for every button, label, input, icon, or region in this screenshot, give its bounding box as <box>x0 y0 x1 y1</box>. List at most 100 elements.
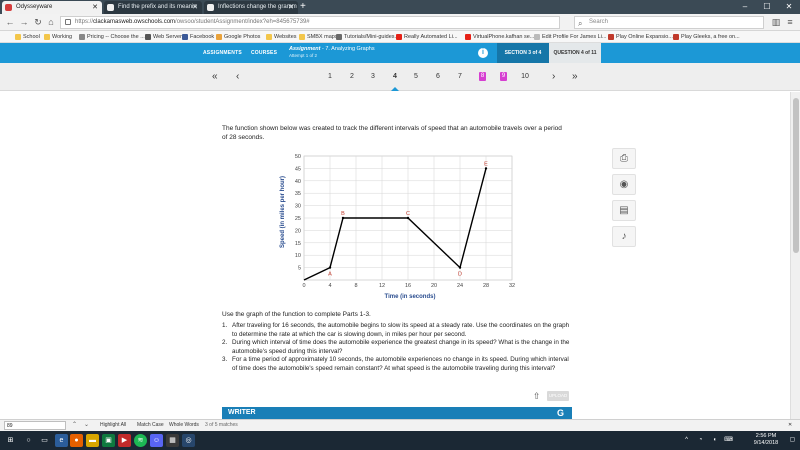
page-9-flagged[interactable]: 9 <box>500 72 507 81</box>
find-next-icon[interactable]: ⌄ <box>84 420 89 431</box>
page-10[interactable]: 10 <box>519 71 531 83</box>
page-5[interactable]: 5 <box>410 71 422 83</box>
close-tab-icon[interactable]: ✕ <box>92 1 98 14</box>
close-tab-icon[interactable]: ✕ <box>192 1 198 14</box>
folder-icon <box>266 34 272 40</box>
clock-time: 2:56 PM <box>755 433 777 439</box>
print-button[interactable]: ⎙ <box>612 148 636 169</box>
discord-icon[interactable]: ☺ <box>150 434 163 447</box>
chart-point-D <box>458 266 462 269</box>
firefox-icon[interactable]: ● <box>70 434 83 447</box>
bookmark-working[interactable]: Working <box>43 31 72 43</box>
bookmark-school[interactable]: School <box>14 31 40 43</box>
bookmark-edit-profile[interactable]: Edit Profile For James Li... <box>533 31 607 43</box>
match-case-toggle[interactable]: Match Case <box>137 420 164 431</box>
upload-button[interactable]: UPLOAD <box>547 391 569 401</box>
bookmark-facebook[interactable]: Facebook <box>181 31 214 43</box>
chart-x-tick-label: 8 <box>354 283 357 289</box>
minimize-icon[interactable]: – <box>734 0 756 13</box>
question-intro-line1: The function shown below was created to … <box>222 125 562 132</box>
library-icon[interactable]: ▥ <box>770 16 782 29</box>
tray-up-icon[interactable]: ^ <box>680 434 693 447</box>
find-input[interactable]: 89 <box>4 421 66 430</box>
dictionary-icon: ▤ <box>619 205 629 216</box>
writer-panel-header[interactable]: WRITER G <box>222 407 572 419</box>
bookmark-virtualphone[interactable]: VirtualPhone.kafhan se... <box>464 31 534 43</box>
brainly-favicon-icon <box>207 4 214 11</box>
close-tab-icon[interactable]: ✕ <box>288 1 294 14</box>
kongregate-icon <box>673 34 679 40</box>
back-arrow-icon[interactable]: ← <box>4 16 16 29</box>
store-icon[interactable]: ▣ <box>102 434 115 447</box>
page-8-flagged[interactable]: 8 <box>479 72 486 81</box>
page-6[interactable]: 6 <box>432 71 444 83</box>
forward-arrow-icon[interactable]: → <box>18 16 30 29</box>
next-page-icon[interactable]: › <box>552 70 555 83</box>
last-page-icon[interactable]: » <box>572 70 578 83</box>
first-page-icon[interactable]: « <box>212 70 218 83</box>
find-prev-icon[interactable]: ⌃ <box>72 420 77 431</box>
os-taskbar: ⊞ ○ ▭ e ● ▬ ▣ ▶ ≋ ☺ ▦ ◎ ^ ◔ ◖ ⌨ 2:56 PM … <box>0 431 800 450</box>
bookmark-smbx-maps[interactable]: SMBX maps <box>298 31 338 43</box>
ie-icon[interactable]: e <box>55 434 68 447</box>
keyboard-icon[interactable]: ⌨ <box>722 434 735 447</box>
close-window-icon[interactable]: ✕ <box>778 0 800 13</box>
network-icon[interactable]: ◔ <box>694 434 707 447</box>
chart-point-C <box>406 216 410 220</box>
file-explorer-icon[interactable]: ▬ <box>86 434 99 447</box>
home-icon[interactable]: ⌂ <box>45 16 57 29</box>
chart-point-A <box>328 266 332 269</box>
page-scrollbar[interactable] <box>790 92 800 419</box>
maximize-icon[interactable]: ☐ <box>756 0 778 13</box>
bookmark-pricing[interactable]: Pricing -- Choose the ... <box>78 31 145 43</box>
part-2: 2. During which interval of time does the… <box>222 339 570 355</box>
bookmark-google-photos[interactable]: Google Photos <box>215 31 260 43</box>
bookmark-really-automated[interactable]: Really Automated Li... <box>395 31 458 43</box>
media-icon[interactable]: ▶ <box>118 434 131 447</box>
audio-button[interactable]: ♪ <box>612 226 636 247</box>
page-2[interactable]: 2 <box>346 71 358 83</box>
assignment-title: Assignment - 7. Analyzing Graphs <box>289 46 375 52</box>
scrollbar-thumb[interactable] <box>793 98 799 253</box>
chart-x-tick-label: 12 <box>379 283 385 289</box>
new-tab-icon[interactable]: + <box>300 0 306 13</box>
info-icon[interactable]: i <box>478 48 488 58</box>
highlight-all-toggle[interactable]: Highlight All <box>100 420 126 431</box>
dictionary-button[interactable]: ▤ <box>612 200 636 221</box>
menu-icon[interactable]: ≡ <box>784 16 796 29</box>
part-3: 3. For a time period of approximately 10 … <box>222 356 569 372</box>
url-input[interactable]: https://clackamasweb.owschools.com/owsoo… <box>60 16 560 29</box>
bookmark-tutorials[interactable]: Tutorials/Mini-guides... <box>335 31 399 43</box>
prev-page-icon[interactable]: ‹ <box>236 70 239 83</box>
whole-words-toggle[interactable]: Whole Words <box>169 420 199 431</box>
bookmark-play-gleeks[interactable]: Play Gleeks, a free on... <box>672 31 740 43</box>
upload-icon[interactable]: ⇧ <box>533 391 543 401</box>
bookmark-websites[interactable]: Websites <box>265 31 297 43</box>
page-3[interactable]: 3 <box>367 71 379 83</box>
globe-icon: ◉ <box>619 179 629 190</box>
search-icon[interactable]: ○ <box>22 434 35 447</box>
browser-tab-odysseyware[interactable]: Odysseyware ✕ <box>2 1 102 14</box>
close-find-icon[interactable]: ✕ <box>788 420 792 431</box>
search-input[interactable]: ⌕ Search <box>574 16 764 29</box>
notifications-icon[interactable]: ▢ <box>786 434 799 447</box>
courses-link[interactable]: COURSES <box>251 43 277 63</box>
app-icon[interactable]: ▦ <box>166 434 179 447</box>
taskbar-clock[interactable]: 2:56 PM 9/14/2018 <box>746 433 786 447</box>
start-icon[interactable]: ⊞ <box>4 434 17 447</box>
bookmark-play-online[interactable]: Play Online Expansio... <box>607 31 673 43</box>
page-4[interactable]: 4 <box>389 71 401 83</box>
assignments-link[interactable]: ASSIGNMENTS <box>203 43 242 63</box>
translate-button[interactable]: ◉ <box>612 174 636 195</box>
task-view-icon[interactable]: ▭ <box>38 434 51 447</box>
page-7[interactable]: 7 <box>454 71 466 83</box>
spotify-icon[interactable]: ≋ <box>134 434 147 447</box>
browser-tab-prefix[interactable]: Find the prefix and its meanin ✕ <box>104 1 202 14</box>
volume-icon[interactable]: ◖ <box>708 434 721 447</box>
section-indicator[interactable]: SECTION 3 of 4 <box>497 43 549 63</box>
browser-tab-inflections[interactable]: Inflections change the gramm ✕ <box>204 1 298 14</box>
page-1[interactable]: 1 <box>324 71 336 83</box>
reload-icon[interactable]: ↻ <box>32 16 44 29</box>
bookmark-web-server[interactable]: Web Server <box>144 31 182 43</box>
steam-icon[interactable]: ◎ <box>182 434 195 447</box>
